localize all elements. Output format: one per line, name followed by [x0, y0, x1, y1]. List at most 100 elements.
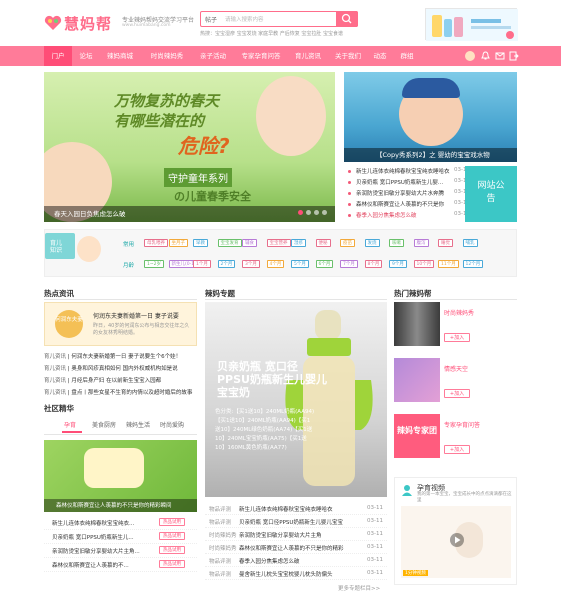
- tag-link[interactable]: 腹泻: [413, 239, 429, 247]
- list-item[interactable]: 新生儿连体衣纯棉春秋宝宝纯衣... 热品试用: [44, 516, 197, 530]
- tag-link[interactable]: 5个月: [291, 260, 309, 268]
- tab-fashion[interactable]: 时尚爱购: [160, 420, 184, 429]
- list-item[interactable]: 物品评测 曼舍新生儿枕头宝宝枕婴儿枕头防偏头 03-11: [205, 567, 387, 580]
- tab-food[interactable]: 美食厨房: [92, 420, 116, 429]
- nav-item-about[interactable]: 关于我们: [329, 46, 367, 66]
- tag-link[interactable]: 7个月: [340, 260, 358, 268]
- site-logo[interactable]: 慧妈帮 专业辣妈帮妈交流学习平台 www.huimabang.com: [44, 12, 194, 34]
- featured-photo[interactable]: 【Copy秀系列2】之 婴幼的宝宝戏水物: [344, 72, 517, 162]
- tag-link[interactable]: 疫苗: [340, 239, 355, 247]
- carousel-dot[interactable]: [314, 210, 319, 215]
- list-item[interactable]: 森林仪和斯赛宜让人羡慕的不... 热品试用: [44, 558, 197, 572]
- main-banner[interactable]: 万物复苏的春天 有哪些潜在的 危险? 守护童年系列 の儿童春季安全 春天入园日负…: [44, 72, 335, 222]
- group-name[interactable]: 情感天空: [444, 364, 468, 373]
- message-icon[interactable]: [495, 51, 505, 63]
- list-item[interactable]: 育儿资讯 | 何润东夫妻新婚第一日 妻子说要生个6个娃！: [44, 352, 197, 364]
- carousel-dot[interactable]: [322, 210, 327, 215]
- tag-link[interactable]: 12个月: [462, 260, 484, 268]
- mom-group-card[interactable]: 辣妈专家团 专家孕育问答 +加入: [394, 414, 480, 458]
- tag-link[interactable]: 母乳喂养: [144, 239, 168, 247]
- community-caption[interactable]: 森林仪和斯赛宜让人羡慕的不只是你的精彩瞬间: [56, 501, 172, 509]
- nav-item-groups[interactable]: 群组: [396, 46, 418, 66]
- tag-link[interactable]: 宝宝营养: [266, 239, 291, 247]
- list-item[interactable]: 育儿资讯 | 月经后身产妇 在以前新生宝宝入园都: [44, 376, 197, 388]
- nav-item-forum[interactable]: 论坛: [73, 46, 99, 66]
- pregnancy-video-card[interactable]: 孕育视频 我的第一本宝宝，宝宝成长中的点点滴滴都在这里 1分钟视频: [394, 477, 517, 585]
- hot-news-feature[interactable]: 何润东夫妻 何润东夫妻新婚第一日 妻子说要 昨日，40岁的何润东公布与相恋交往年…: [44, 302, 197, 346]
- nav-item-expert-qa[interactable]: 专家孕育问答: [236, 46, 286, 66]
- tag-link[interactable]: 哺乳: [462, 239, 478, 247]
- tag-link[interactable]: 9个月: [389, 260, 407, 268]
- list-item[interactable]: 贝亲奶瓶 宽口PPSU奶瓶新生儿... 热品试用: [44, 530, 197, 544]
- tag-link[interactable]: 辅食: [242, 239, 257, 247]
- more-topics-link[interactable]: 更多专题栏目>>: [338, 584, 380, 592]
- community-list: 新生儿连体衣纯棉春秋宝宝纯衣... 热品试用 贝亲奶瓶 宽口PPSU奶瓶新生儿..…: [44, 516, 197, 572]
- community-photo[interactable]: 森林仪和斯赛宜让人羡慕的不只是你的精彩瞬间: [44, 440, 197, 512]
- group-name[interactable]: 时尚辣妈秀: [444, 308, 474, 317]
- list-item[interactable]: 亲润防烫宝旧敏分享婴幼大片水奔腾 03-11: [344, 188, 470, 199]
- nav-item-mall[interactable]: 辣妈商城: [101, 46, 139, 66]
- nav-item-portal[interactable]: 门户: [44, 46, 72, 66]
- join-button[interactable]: +加入: [444, 333, 470, 342]
- list-item[interactable]: 时尚辣妈秀 亲润防烫宝旧敏分享婴幼大片主角 03-11: [205, 528, 387, 541]
- list-item[interactable]: 物品评测 春季入园分焦集虑怎么破 03-11: [205, 554, 387, 567]
- carousel-dot[interactable]: [306, 210, 311, 215]
- tag-link[interactable]: 3个月: [242, 260, 260, 268]
- play-icon[interactable]: [449, 532, 465, 550]
- header-ad[interactable]: [425, 8, 518, 41]
- tag-link[interactable]: 11个月: [438, 260, 459, 268]
- tag-link[interactable]: 6个月: [315, 260, 334, 268]
- search-input[interactable]: 请输入搜索内容: [225, 15, 264, 23]
- tag-link[interactable]: 2个月: [217, 260, 236, 268]
- site-notice-button[interactable]: 网站公告: [465, 166, 517, 222]
- mom-group-card[interactable]: 时尚辣妈秀 +加入: [394, 302, 474, 346]
- banner-line4: 守护童年系列: [164, 168, 232, 187]
- carousel-dot[interactable]: [298, 210, 303, 215]
- search-scope-select[interactable]: 帖子: [205, 15, 217, 24]
- tag-link[interactable]: 咳嗽: [389, 239, 404, 247]
- list-item[interactable]: 亲润防烫宝旧敏分享婴幼大片主角... 热品试用: [44, 544, 197, 558]
- nav-item-fashion-mom[interactable]: 时尚辣妈秀: [143, 46, 191, 66]
- banner-caption[interactable]: 春天入园日负焦虑怎么破: [54, 208, 126, 218]
- tag-link[interactable]: 1个月: [193, 260, 211, 268]
- hot-search-words[interactable]: 热搜：宝宝湿疹 宝宝发烧 家庭早教 产后恢复 宝宝拉肚 宝宝食谱: [200, 30, 343, 37]
- list-item[interactable]: 森林仪和斯赛宜让人羡慕的不只是你 03-11: [344, 199, 470, 210]
- avatar[interactable]: [465, 51, 475, 61]
- tag-link[interactable]: 坐月子: [168, 239, 188, 247]
- list-item[interactable]: 贝亲奶瓶 宽口PPSU奶瓶新生儿婴... 03-11: [344, 177, 470, 188]
- group-name[interactable]: 专家孕育问答: [444, 420, 480, 429]
- nav-item-parent-activity[interactable]: 亲子活动: [193, 46, 233, 66]
- logout-icon[interactable]: [509, 51, 519, 63]
- list-item[interactable]: 育儿资讯 | 奥身和风疹真相如何 国内外权威机构如是说: [44, 364, 197, 376]
- list-item[interactable]: 时尚辣妈秀 森林仪和斯赛宜让人羡慕的不只是你的精彩 03-11: [205, 541, 387, 554]
- nav-item-parenting-news[interactable]: 育儿资讯: [289, 46, 327, 66]
- tag-link[interactable]: 湿疹: [291, 239, 306, 247]
- join-button[interactable]: +加入: [444, 445, 470, 454]
- featured-product[interactable]: 贝亲奶瓶 宽口径PPSU奶瓶新生儿婴儿宝宝奶 色分类:【买1送10】240ML奶…: [205, 302, 387, 497]
- list-item[interactable]: 育儿资讯 | 盘点丨那些女星不生育的内情以及超时婚后的故事: [44, 388, 197, 400]
- list-item[interactable]: 物品评测 贝亲奶瓶 宽口径PPSU奶瓶新生儿婴儿宝宝 03-11: [205, 515, 387, 528]
- photo-caption[interactable]: 【Copy秀系列2】之 婴幼的宝宝戏水物: [376, 149, 490, 159]
- tag-link[interactable]: 早教: [193, 239, 208, 247]
- video-thumbnail[interactable]: 1分钟视频: [401, 506, 511, 578]
- bell-icon[interactable]: [481, 51, 490, 63]
- tag-link[interactable]: 4个月: [266, 260, 285, 268]
- join-button[interactable]: +加入: [444, 389, 470, 398]
- tag-link[interactable]: 8个月: [364, 260, 383, 268]
- tag-link[interactable]: 发烧: [364, 239, 380, 247]
- list-item[interactable]: 春季入园分焦集虑怎么破 03-11: [344, 210, 470, 221]
- search-button[interactable]: [336, 11, 358, 27]
- tag-link[interactable]: 睡觉: [438, 239, 453, 247]
- tag-link[interactable]: 宝宝发育: [217, 239, 242, 247]
- tag-link[interactable]: 1~2岁: [144, 260, 164, 268]
- search-box[interactable]: 帖子 请输入搜索内容: [200, 11, 358, 27]
- tab-pregnancy[interactable]: 孕育: [64, 420, 76, 429]
- list-item[interactable]: 新生儿连体衣纯棉春秋宝宝纯衣睡哈衣 03-11: [344, 166, 470, 177]
- mom-group-card[interactable]: 情感天空 +加入: [394, 358, 470, 402]
- bullet-icon: [348, 203, 351, 206]
- nav-item-dynamic[interactable]: 动态: [369, 46, 391, 66]
- tab-mom-life[interactable]: 辣妈生活: [126, 420, 150, 429]
- tag-link[interactable]: 10个月: [413, 260, 435, 268]
- tag-link[interactable]: 便秘: [315, 239, 331, 247]
- list-item[interactable]: 物品评测 新生儿连体衣纯棉春秋宝宝纯衣睡哈衣 03-11: [205, 502, 387, 515]
